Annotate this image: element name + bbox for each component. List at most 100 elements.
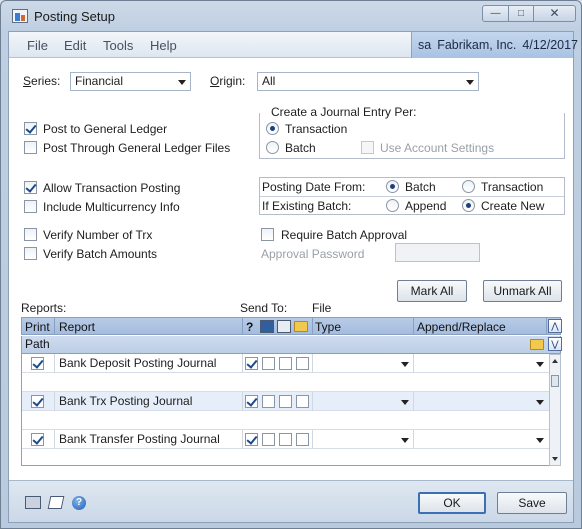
column-separator: [312, 318, 313, 334]
path-subrow[interactable]: [22, 373, 549, 392]
allow-trx-posting-checkbox[interactable]: [24, 181, 37, 194]
file-checkbox[interactable]: [279, 395, 292, 408]
printer-icon[interactable]: [25, 496, 41, 509]
file-checkbox[interactable]: [279, 433, 292, 446]
post-through-gl-checkbox[interactable]: [24, 141, 37, 154]
type-dropdown-icon[interactable]: [401, 362, 409, 367]
create-new-label: Create New: [481, 199, 545, 213]
origin-select[interactable]: All: [257, 72, 479, 91]
pd-transaction-radio[interactable]: [462, 180, 475, 193]
append-radio[interactable]: [386, 199, 399, 212]
file-checkbox[interactable]: [296, 357, 309, 370]
file-checkbox[interactable]: [279, 357, 292, 370]
file-checkbox[interactable]: [296, 433, 309, 446]
file-checkbox[interactable]: [296, 395, 309, 408]
expand-icon[interactable]: ⋁: [548, 337, 562, 351]
screen-checkbox[interactable]: [245, 395, 258, 408]
grid-scrollbar[interactable]: [549, 354, 561, 466]
append-dropdown-icon[interactable]: [536, 400, 544, 405]
col-type[interactable]: Type: [315, 320, 341, 334]
company-info: sa Fabrikam, Inc. 4/12/2017: [411, 32, 578, 58]
note-icon[interactable]: [47, 496, 65, 509]
menu-tools[interactable]: Tools: [103, 38, 133, 53]
require-batch-approval-checkbox[interactable]: [261, 228, 274, 241]
origin-value: All: [262, 74, 276, 88]
append-label: Append: [405, 199, 447, 213]
type-dropdown-icon[interactable]: [401, 400, 409, 405]
help-column-icon[interactable]: ?: [246, 320, 253, 334]
menu-help[interactable]: Help: [150, 38, 177, 53]
screen-checkbox[interactable]: [245, 433, 258, 446]
append-dropdown-icon[interactable]: [536, 438, 544, 443]
screen-checkbox[interactable]: [245, 357, 258, 370]
include-multicurrency-checkbox[interactable]: [24, 200, 37, 213]
print-checkbox[interactable]: [31, 433, 44, 446]
ok-button[interactable]: OK: [418, 492, 486, 514]
verify-batch-amounts-label: Verify Batch Amounts: [43, 247, 158, 261]
col-print[interactable]: Print: [25, 320, 50, 334]
cell-separator: [413, 392, 414, 411]
user-id: sa: [418, 38, 432, 52]
cell-separator: [242, 430, 243, 449]
post-gl-checkbox[interactable]: [24, 122, 37, 135]
scroll-down-icon[interactable]: [552, 457, 558, 461]
folder-icon[interactable]: [294, 321, 308, 332]
verify-batch-amounts-checkbox[interactable]: [24, 247, 37, 260]
report-name: Bank Transfer Posting Journal: [59, 432, 220, 446]
series-value: Financial: [75, 74, 124, 88]
approval-password-label: Approval Password: [261, 247, 365, 261]
type-dropdown-icon[interactable]: [401, 438, 409, 443]
maximize-button[interactable]: □: [508, 5, 534, 22]
series-select[interactable]: Financial: [70, 72, 191, 91]
print-checkbox[interactable]: [31, 357, 44, 370]
user-date: 4/12/2017: [522, 38, 578, 52]
report-name: Bank Deposit Posting Journal: [59, 356, 217, 370]
pd-batch-radio[interactable]: [386, 180, 399, 193]
use-account-settings-label: Use Account Settings: [380, 141, 495, 155]
create-new-radio[interactable]: [462, 199, 475, 212]
je-transaction-radio[interactable]: [266, 122, 279, 135]
posting-setup-window: Posting Setup — □ ✕ File Edit Tools Help…: [0, 0, 582, 529]
scroll-thumb[interactable]: [551, 375, 559, 387]
table-row[interactable]: Bank Deposit Posting Journal: [22, 354, 549, 373]
save-button[interactable]: Save: [497, 492, 567, 514]
cell-separator: [54, 354, 55, 373]
unmark-all-button[interactable]: Unmark All: [483, 280, 562, 302]
collapse-icon[interactable]: ⋀: [548, 319, 562, 333]
path-subrow[interactable]: [22, 449, 549, 465]
cell-separator: [312, 354, 313, 373]
je-batch-label: Batch: [285, 141, 316, 155]
table-row[interactable]: Bank Trx Posting Journal: [22, 392, 549, 411]
pd-transaction-label: Transaction: [481, 180, 544, 194]
col-append-replace[interactable]: Append/Replace: [417, 320, 506, 334]
verify-num-trx-checkbox[interactable]: [24, 228, 37, 241]
screen-icon[interactable]: [260, 320, 274, 333]
printer-checkbox[interactable]: [262, 395, 275, 408]
cell-separator: [242, 354, 243, 373]
je-batch-radio[interactable]: [266, 141, 279, 154]
col-report[interactable]: Report: [59, 320, 95, 334]
help-icon[interactable]: ?: [72, 496, 86, 510]
table-row[interactable]: Bank Transfer Posting Journal: [22, 430, 549, 449]
scroll-up-icon[interactable]: [552, 359, 558, 363]
printer-checkbox[interactable]: [262, 433, 275, 446]
cell-separator: [242, 392, 243, 411]
use-account-settings-checkbox[interactable]: [361, 141, 374, 154]
path-subrow[interactable]: [22, 411, 549, 430]
folder-icon[interactable]: [530, 339, 544, 350]
menu-edit[interactable]: Edit: [64, 38, 86, 53]
path-row: Path ⋁: [21, 336, 562, 354]
divider: [260, 196, 564, 197]
menu-file[interactable]: File: [27, 38, 48, 53]
printer-checkbox[interactable]: [262, 357, 275, 370]
approval-password-field[interactable]: [395, 243, 480, 262]
series-label: Series:: [23, 74, 61, 88]
close-button[interactable]: ✕: [533, 5, 576, 22]
include-multicurrency-label: Include Multicurrency Info: [43, 200, 180, 214]
cell-separator: [413, 430, 414, 449]
minimize-button[interactable]: —: [482, 5, 509, 22]
printer-icon[interactable]: [277, 320, 291, 333]
print-checkbox[interactable]: [31, 395, 44, 408]
append-dropdown-icon[interactable]: [536, 362, 544, 367]
mark-all-button[interactable]: Mark All: [397, 280, 467, 302]
